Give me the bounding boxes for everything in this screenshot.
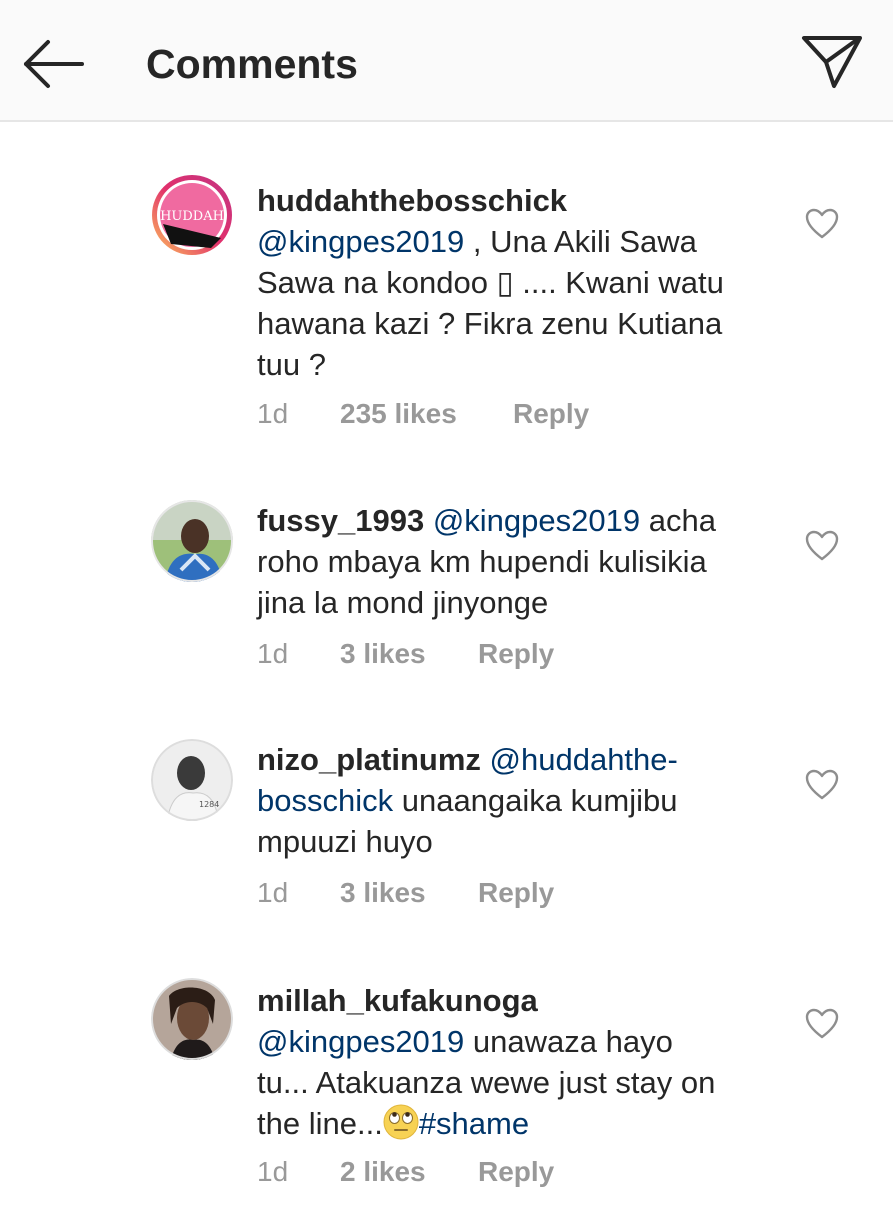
comment-item: 1284 nizo_platinumz @huddahthe- bosschic… — [0, 731, 893, 951]
eye-roll-emoji-icon — [383, 1104, 419, 1140]
likes-count[interactable]: 2 likes — [340, 1156, 426, 1188]
comment-text: unawaza hayo — [464, 1024, 673, 1059]
comment-username[interactable]: millah_kufakunoga — [257, 983, 538, 1018]
comment-time: 1d — [257, 398, 289, 429]
reply-button[interactable]: Reply — [478, 1156, 554, 1188]
comment-text: jina la mond jinyonge — [257, 585, 549, 620]
comment-item: HUDDAH huddahthebosschick @kingpes2019 ,… — [0, 170, 893, 460]
avatar-logo-text: HUDDAH — [160, 209, 224, 224]
comment-text: mpuuzi huyo — [257, 824, 433, 859]
header-bar: Comments — [0, 0, 893, 122]
comment-text: roho mbaya km hupendi kulisikia — [257, 544, 707, 579]
comment-time: 1d — [257, 877, 289, 908]
avatar[interactable]: 1284 — [151, 739, 233, 821]
comment-text: acha — [640, 503, 716, 538]
comment-mention[interactable]: @huddahthe- — [490, 742, 678, 777]
comment-item: fussy_1993 @kingpes2019 acha roho mbaya … — [0, 492, 893, 712]
heart-icon — [805, 769, 839, 800]
comment-text: the line... — [257, 1106, 383, 1141]
reply-button[interactable]: Reply — [478, 877, 554, 909]
like-button[interactable] — [805, 208, 839, 240]
comment-text: , Una Akili Sawa — [464, 224, 697, 259]
comment-text: tuu ? — [257, 347, 326, 382]
arrow-left-icon — [24, 40, 84, 88]
comment-text: hawana kazi ? Fikra zenu Kutiana — [257, 306, 723, 341]
comment-mention[interactable]: @kingpes2019 — [257, 1024, 464, 1059]
likes-count[interactable]: 3 likes — [340, 638, 426, 670]
page-title: Comments — [146, 41, 358, 87]
avatar[interactable] — [151, 978, 233, 1060]
comment-time: 1d — [257, 638, 289, 669]
share-button[interactable] — [800, 32, 864, 92]
svg-text:1284: 1284 — [199, 800, 219, 809]
avatar[interactable]: HUDDAH — [151, 174, 233, 256]
comment-text: unaangaika kumjibu — [393, 783, 678, 818]
reply-button[interactable]: Reply — [478, 638, 554, 670]
comment-mention[interactable]: bosschick — [257, 783, 393, 818]
comment-mention[interactable]: @kingpes2019 — [257, 224, 464, 259]
comment-username[interactable]: nizo_platinumz — [257, 742, 481, 777]
comment-username[interactable]: fussy_1993 — [257, 503, 424, 538]
like-button[interactable] — [805, 530, 839, 562]
comment-item: millah_kufakunoga @kingpes2019 unawaza h… — [0, 970, 893, 1229]
like-button[interactable] — [805, 769, 839, 801]
likes-count[interactable]: 235 likes — [340, 398, 457, 430]
reply-button[interactable]: Reply — [513, 398, 589, 430]
comment-time: 1d — [257, 1156, 289, 1187]
back-button[interactable] — [22, 38, 86, 90]
paper-plane-icon — [802, 36, 862, 88]
heart-icon — [805, 208, 839, 239]
comment-username[interactable]: huddahthebosschick — [257, 183, 567, 218]
likes-count[interactable]: 3 likes — [340, 877, 426, 909]
comment-text: Sawa na kondoo ▯ .... Kwani watu — [257, 265, 724, 300]
comment-text: tu... Atakuanza wewe just stay on — [257, 1065, 716, 1100]
comment-mention[interactable]: @kingpes2019 — [433, 503, 640, 538]
avatar[interactable] — [151, 500, 233, 582]
like-button[interactable] — [805, 1008, 839, 1040]
comment-hashtag[interactable]: #shame — [419, 1106, 529, 1141]
heart-icon — [805, 1008, 839, 1039]
heart-icon — [805, 530, 839, 561]
